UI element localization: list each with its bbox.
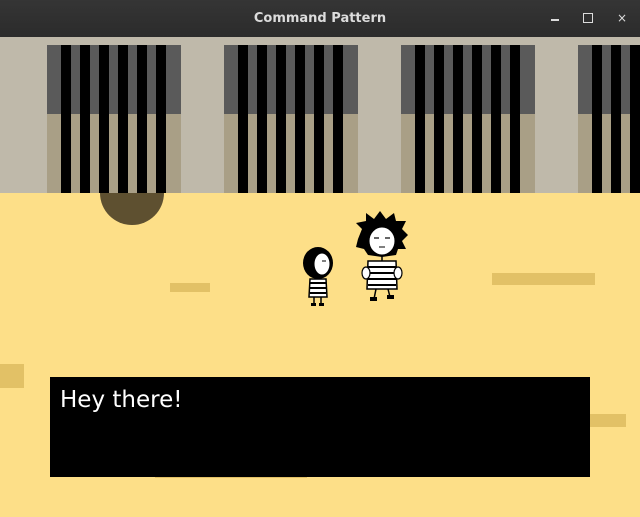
window-bar — [434, 45, 444, 193]
small-girl-character[interactable] — [300, 245, 336, 309]
window-bar — [630, 45, 640, 193]
barred-window — [47, 45, 181, 193]
window-bar — [80, 45, 90, 193]
window-bar — [510, 45, 520, 193]
sand-patch — [0, 364, 24, 388]
window-bar — [491, 45, 501, 193]
window-bar — [415, 45, 425, 193]
close-icon: × — [616, 11, 628, 25]
window-bar — [61, 45, 71, 193]
minimize-button[interactable] — [545, 8, 565, 28]
maximize-button[interactable] — [578, 8, 598, 28]
barred-window — [578, 45, 640, 193]
minimize-icon — [551, 19, 559, 21]
window-bar — [156, 45, 166, 193]
spiky-haired-character[interactable] — [352, 211, 412, 305]
window-bar — [137, 45, 147, 193]
window-bar — [276, 45, 286, 193]
dialog-text: Hey there! — [60, 387, 183, 413]
window-bar — [257, 45, 267, 193]
window-bar — [611, 45, 621, 193]
barred-window — [224, 45, 358, 193]
maximize-icon — [583, 13, 593, 23]
window-bar — [295, 45, 305, 193]
window-bar — [592, 45, 602, 193]
dialog-box[interactable]: Hey there! — [50, 377, 590, 477]
back-wall — [0, 37, 640, 193]
window-bar — [99, 45, 109, 193]
sand-patch — [170, 283, 210, 292]
shadow-hole — [100, 193, 164, 225]
window-bar — [333, 45, 343, 193]
window-title: Command Pattern — [253, 11, 387, 26]
sand-patch — [492, 273, 595, 285]
game-scene[interactable]: Hey there! — [0, 37, 640, 517]
window-bar — [314, 45, 324, 193]
window-bar — [118, 45, 128, 193]
game-window: Command Pattern × Hey there! — [0, 0, 640, 517]
sand-patch — [590, 414, 626, 427]
close-button[interactable]: × — [612, 8, 632, 28]
window-bar — [238, 45, 248, 193]
window-bar — [453, 45, 463, 193]
window-bar — [472, 45, 482, 193]
barred-window — [401, 45, 535, 193]
title-bar: Command Pattern × — [0, 0, 640, 37]
